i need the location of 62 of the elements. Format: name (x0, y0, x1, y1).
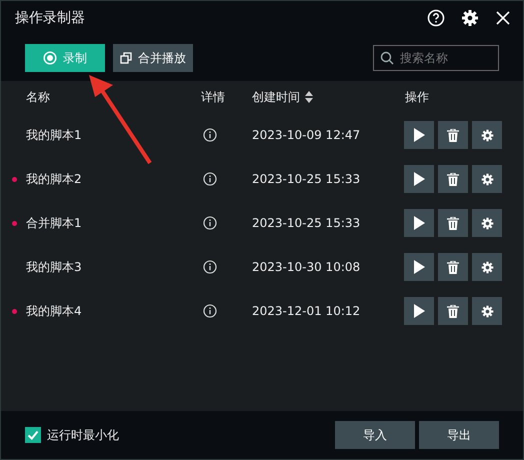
settings-button[interactable] (472, 253, 502, 281)
play-button[interactable] (404, 209, 434, 237)
info-icon[interactable] (203, 216, 217, 230)
window-title: 操作录制器 (15, 9, 85, 27)
help-icon[interactable] (427, 9, 445, 27)
trash-icon (447, 304, 459, 318)
minimize-checkbox[interactable]: 运行时最小化 (25, 426, 119, 444)
play-icon (413, 260, 425, 274)
script-name: 我的脚本4 (26, 302, 82, 320)
search-field[interactable]: 搜索名称 (373, 45, 499, 71)
created-time: 2023-10-25 15:33 (252, 216, 360, 230)
play-icon (413, 216, 425, 230)
settings-button[interactable] (472, 209, 502, 237)
play-icon (413, 304, 425, 318)
script-name: 我的脚本2 (26, 170, 82, 188)
play-icon (413, 172, 425, 186)
settings-button[interactable] (472, 297, 502, 325)
footer-button[interactable]: 导出 (419, 421, 499, 449)
merge-play-button[interactable]: 合并播放 (113, 44, 193, 72)
copy-icon (120, 52, 132, 64)
gear-icon (480, 172, 494, 186)
gear-icon (480, 304, 494, 318)
script-name: 我的脚本1 (26, 126, 82, 144)
script-name: 我的脚本3 (26, 258, 82, 276)
delete-button[interactable] (438, 297, 468, 325)
info-icon[interactable] (203, 172, 217, 186)
column-header: 详情 (201, 88, 225, 106)
trash-icon (447, 172, 459, 186)
close-icon[interactable] (495, 10, 511, 26)
delete-button[interactable] (438, 209, 468, 237)
play-button[interactable] (404, 297, 434, 325)
gear-icon (480, 260, 494, 274)
info-icon[interactable] (203, 304, 217, 318)
sort-icon (305, 91, 313, 103)
settings-button[interactable] (472, 121, 502, 149)
delete-button[interactable] (438, 253, 468, 281)
trash-icon (447, 216, 459, 230)
created-time: 2023-10-09 12:47 (252, 128, 360, 142)
info-icon[interactable] (203, 128, 217, 142)
column-header: 操作 (405, 88, 429, 106)
play-button[interactable] (404, 253, 434, 281)
trash-icon (447, 260, 459, 274)
record-icon (43, 51, 57, 65)
column-header[interactable]: 创建时间 (252, 88, 313, 106)
created-time: 2023-12-01 10:12 (252, 304, 360, 318)
trash-icon (447, 128, 459, 142)
footer-button[interactable]: 导入 (335, 421, 415, 449)
play-button[interactable] (404, 121, 434, 149)
gear-icon (480, 128, 494, 142)
play-button[interactable] (404, 165, 434, 193)
created-time: 2023-10-25 15:33 (252, 172, 360, 186)
column-header: 名称 (26, 88, 50, 106)
play-icon (413, 128, 425, 142)
gear-icon (480, 216, 494, 230)
script-name: 合并脚本1 (26, 214, 82, 232)
search-icon (380, 51, 394, 65)
delete-button[interactable] (438, 121, 468, 149)
created-time: 2023-10-30 10:08 (252, 260, 360, 274)
settings-button[interactable] (472, 165, 502, 193)
info-icon[interactable] (203, 260, 217, 274)
checkmark-icon (26, 428, 40, 442)
delete-button[interactable] (438, 165, 468, 193)
